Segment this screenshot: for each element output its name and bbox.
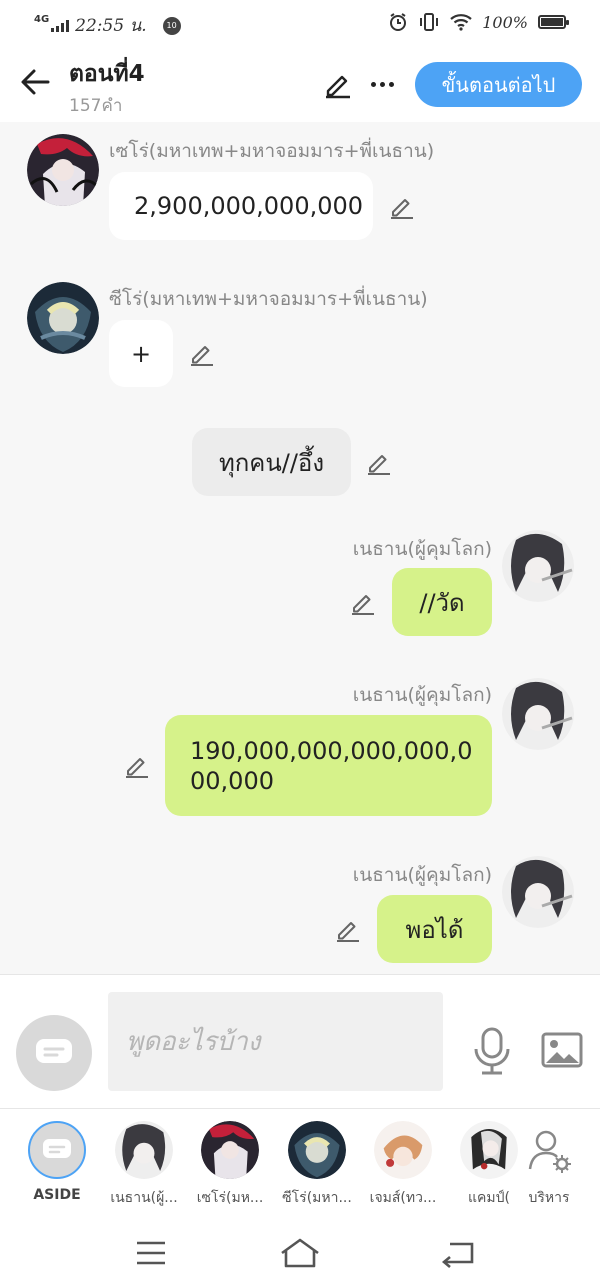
message-sender: เนธาน(ผู้คุมโลก) — [352, 538, 492, 560]
character-james[interactable]: เจมส์(ทว... — [363, 1121, 443, 1211]
status-right: 100% — [388, 12, 569, 32]
menu-icon — [137, 1241, 165, 1265]
message-sender: เนธาน(ผู้คุมโลก) — [352, 864, 492, 886]
character-zero-red[interactable]: เซโร่(มห... — [190, 1121, 270, 1211]
character-label: ASIDE — [33, 1187, 81, 1203]
pencil-icon — [391, 199, 413, 219]
message-bubble[interactable]: + — [109, 320, 173, 387]
nethan-avatar[interactable] — [502, 530, 574, 602]
edit-message-button[interactable] — [349, 588, 377, 616]
zero-blue-avatar — [288, 1121, 346, 1179]
message-bubble[interactable]: //วัด — [392, 568, 492, 636]
pencil-icon — [337, 922, 359, 942]
word-count: 157คำ — [69, 96, 123, 116]
edit-message-button[interactable] — [365, 448, 393, 476]
back-arrow-icon — [441, 1242, 474, 1268]
back-nav-button[interactable] — [436, 1236, 480, 1270]
image-button[interactable] — [540, 1031, 584, 1071]
edit-episode-button[interactable] — [322, 68, 354, 100]
edit-message-button[interactable] — [188, 339, 216, 367]
character-label: บริหาร — [528, 1190, 570, 1206]
edit-message-button[interactable] — [123, 751, 151, 779]
chat-bubble-icon — [36, 1039, 72, 1063]
character-label: เจมส์(ทว... — [369, 1190, 437, 1206]
chat-bubble-icon — [28, 1121, 86, 1179]
nethan-avatar[interactable] — [502, 678, 574, 750]
message-sender: เนธาน(ผู้คุมโลก) — [352, 684, 492, 706]
pencil-icon — [326, 75, 350, 99]
next-step-button[interactable]: ขั้นตอนต่อไป — [415, 62, 582, 107]
back-button[interactable] — [18, 64, 54, 100]
episode-header: ตอนที่4 157คำ ขั้นตอนต่อไป — [0, 48, 600, 122]
clock: 22:55 น. — [75, 16, 147, 36]
message-text: 190,000,000,000,000,0 00,000 — [190, 736, 473, 795]
battery-percent: 100% — [482, 12, 528, 32]
character-label: เนธาน(ผู้... — [110, 1190, 178, 1206]
narration-text: ทุกคน//อึ้ง — [218, 448, 325, 477]
message-input[interactable] — [108, 992, 443, 1091]
character-label: ซีโร่(มหา... — [282, 1190, 352, 1206]
edit-message-button[interactable] — [334, 915, 362, 943]
message-bubble[interactable]: พอได้ — [377, 895, 492, 963]
home-icon — [281, 1238, 319, 1268]
edit-message-button[interactable] — [388, 192, 416, 220]
status-bar: 4G 22:55 น. 10 100% — [0, 0, 600, 48]
message-bubble[interactable]: 2,900,000,000,000 — [109, 172, 373, 240]
image-icon — [541, 1032, 583, 1068]
manage-characters-icon — [520, 1121, 578, 1179]
character-bar: ASIDE เนธาน(ผู้... เซโร่(มห... ซีโร่(มหา… — [0, 1108, 600, 1218]
episode-title: ตอนที่4 — [69, 61, 145, 87]
message-text: //วัด — [419, 588, 465, 617]
status-left: 4G 22:55 น. 10 — [34, 12, 181, 39]
system-nav-bar — [0, 1218, 600, 1287]
battery-icon — [538, 15, 569, 29]
pencil-icon — [191, 346, 213, 366]
home-nav-button[interactable] — [278, 1236, 322, 1270]
alarm-icon — [390, 13, 407, 31]
arrow-left-icon — [21, 69, 50, 95]
narration-bubble[interactable]: ทุกคน//อึ้ง — [192, 428, 351, 496]
microphone-icon — [474, 1027, 510, 1075]
wifi-icon — [450, 14, 472, 31]
character-label: เซโร่(มห... — [196, 1190, 264, 1206]
notification-badge: 10 — [162, 16, 181, 35]
nethan-avatar — [115, 1121, 173, 1179]
menu-nav-button[interactable] — [129, 1236, 173, 1270]
message-sender: ซีโร่(มหาเทพ+มหาจอมมาร+พี่เนธาน) — [109, 288, 428, 310]
character-aside[interactable]: ASIDE — [17, 1121, 97, 1211]
pencil-icon — [368, 455, 390, 475]
james-avatar — [374, 1121, 432, 1179]
network-type: 4G — [34, 14, 50, 25]
pencil-icon — [352, 595, 374, 615]
aside-toggle-button[interactable] — [16, 1015, 92, 1091]
nethan-avatar[interactable] — [502, 856, 574, 928]
manage-characters-button[interactable]: บริหาร — [509, 1121, 589, 1211]
message-text: 2,900,000,000,000 — [134, 192, 364, 220]
message-text: + — [130, 339, 152, 368]
signal-icon — [51, 19, 70, 32]
vibrate-icon — [420, 13, 439, 31]
pencil-icon — [126, 758, 148, 778]
zero-red-avatar — [201, 1121, 259, 1179]
message-sender: เซโร่(มหาเทพ+มหาจอมมาร+พี่เนธาน) — [109, 140, 435, 162]
more-options-button[interactable] — [365, 68, 399, 100]
message-text: พอได้ — [405, 915, 464, 944]
message-bubble[interactable]: 190,000,000,000,000,0 00,000 — [165, 715, 492, 816]
character-zero-blue[interactable]: ซีโร่(มหา... — [277, 1121, 357, 1211]
zero-blue-avatar[interactable] — [27, 282, 99, 354]
chat-area[interactable]: เซโร่(มหาเทพ+มหาจอมมาร+พี่เนธาน) 2,900,0… — [0, 122, 600, 974]
message-composer — [0, 974, 600, 1108]
microphone-button[interactable] — [470, 1027, 514, 1075]
zero-red-avatar[interactable] — [27, 134, 99, 206]
character-nethan[interactable]: เนธาน(ผู้... — [104, 1121, 184, 1211]
